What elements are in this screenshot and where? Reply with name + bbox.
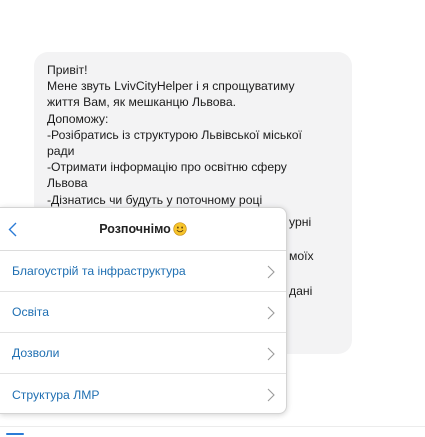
menu-title-text: Розпочнімо — [99, 222, 171, 236]
message-line: ради — [47, 144, 75, 159]
menu-item-permits[interactable]: Дозволи — [0, 333, 286, 374]
message-line: -Дізнатись чи будуть у поточному році — [47, 192, 263, 207]
message-fragment: моїх — [289, 249, 314, 263]
back-button[interactable] — [4, 219, 20, 239]
message-line: Допоможу: — [47, 111, 109, 126]
message-line: -Розібратись із структурою Львівської мі… — [47, 127, 302, 142]
message-line: Мене звуть LvivCityHelper і я спрощувати… — [47, 79, 295, 94]
menu-item-label: Дозволи — [12, 346, 60, 360]
menu-item-education[interactable]: Освіта — [0, 292, 286, 333]
chevron-right-icon — [267, 265, 275, 279]
menu-item-label: Освіта — [12, 305, 49, 319]
chevron-right-icon — [267, 306, 275, 320]
bottom-bar — [0, 426, 425, 437]
menu-item-label: Структура ЛМР — [12, 387, 100, 402]
message-line: -Отримати інформацію про освітню сферу — [47, 160, 287, 175]
message-fragment: дані — [289, 284, 313, 298]
chevron-right-icon — [267, 388, 275, 402]
scroll-indicator[interactable] — [6, 433, 24, 435]
menu-header: Розпочнімо — [0, 208, 286, 251]
message-fragment: урні — [289, 215, 312, 229]
menu-item-structure[interactable]: Структура ЛМР — [0, 374, 286, 413]
message-line: Львова — [47, 176, 88, 191]
menu-item-infrastructure[interactable]: Благоустрій та інфраструктура — [0, 251, 286, 292]
quick-reply-menu: Розпочнімо Благоустрій та інфраструктура… — [0, 207, 287, 414]
chevron-right-icon — [267, 347, 275, 361]
menu-item-label: Благоустрій та інфраструктура — [12, 264, 186, 278]
chevron-left-icon — [8, 222, 16, 236]
message-line: Привіт! — [47, 63, 88, 77]
menu-title: Розпочнімо — [99, 222, 187, 236]
smiling-face-icon — [173, 222, 187, 236]
message-line: життя Вам, як мешканцю Львова. — [47, 95, 237, 110]
